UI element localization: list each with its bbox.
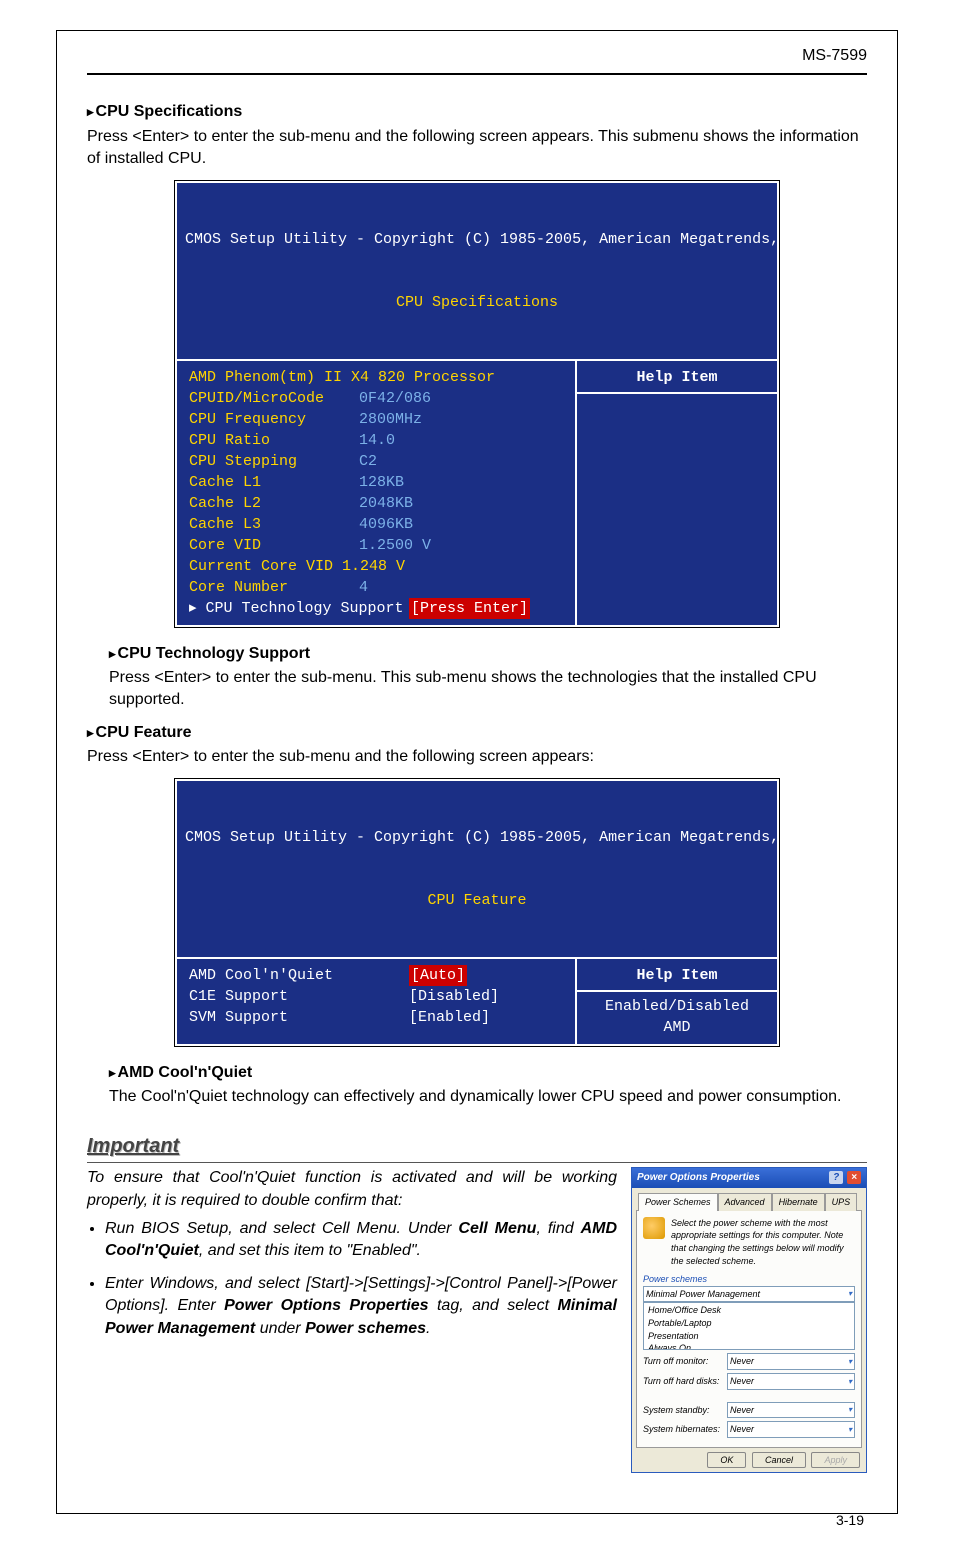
- bios1-row7-k: Cache L3: [189, 514, 359, 535]
- scheme-opt-3[interactable]: Always On: [646, 1342, 852, 1350]
- power-options-dialog: Power Options Properties ? × Power Schem…: [631, 1167, 867, 1473]
- win-title: Power Options Properties: [637, 1171, 760, 1185]
- bios1-submenu-k: ▸ CPU Technology Support: [189, 598, 409, 619]
- power-schemes-label: Power schemes: [643, 1273, 855, 1286]
- bios1-help: Help Item: [587, 367, 767, 388]
- cpu-feature-desc: Press <Enter> to enter the sub-menu and …: [87, 746, 867, 768]
- tab-ups[interactable]: UPS: [825, 1193, 858, 1211]
- important-heading: Important: [87, 1132, 867, 1160]
- bios1-row6-v: 2048KB: [359, 493, 413, 514]
- close-icon[interactable]: ×: [847, 1171, 861, 1184]
- bios1-row3-v: 14.0: [359, 430, 395, 451]
- bios2-row2-k: SVM Support: [189, 1007, 409, 1028]
- bios1-title-line2: CPU Specifications: [185, 292, 769, 313]
- help-icon[interactable]: ?: [829, 1171, 843, 1184]
- bios1-title-line1: CMOS Setup Utility - Copyright (C) 1985-…: [185, 229, 769, 250]
- scheme-opt-2[interactable]: Presentation: [646, 1330, 852, 1343]
- bios1-row4-k: CPU Stepping: [189, 451, 359, 472]
- bios1-left-pane: AMD Phenom(tm) II X4 820 Processor CPUID…: [177, 361, 577, 625]
- field-standby-label: System standby:: [643, 1404, 721, 1417]
- bios1-row2-k: CPU Frequency: [189, 409, 359, 430]
- bios2-right-pane: Help Item Enabled/Disabled AMD: [577, 959, 777, 1044]
- bios2-row1-k: C1E Support: [189, 986, 409, 1007]
- bios1-row9: Current Core VID 1.248 V: [189, 556, 405, 577]
- cpu-tech-desc: Press <Enter> to enter the sub-menu. Thi…: [109, 667, 867, 712]
- model-number: MS-7599: [87, 45, 867, 75]
- important-bullet-2: Enter Windows, and select [Start]->[Sett…: [105, 1273, 617, 1340]
- power-scheme-list[interactable]: Home/Office Desk Portable/Laptop Present…: [643, 1302, 855, 1350]
- field-hdd-label: Turn off hard disks:: [643, 1375, 721, 1388]
- bios2-row1-v: [Disabled]: [409, 986, 499, 1007]
- power-scheme-select[interactable]: Minimal Power Management▾: [643, 1286, 855, 1303]
- bios1-submenu-v: [Press Enter]: [409, 598, 530, 619]
- field-standby-select[interactable]: Never▾: [727, 1402, 855, 1419]
- field-hdd-select[interactable]: Never▾: [727, 1373, 855, 1390]
- bios1-row10-k: Core Number: [189, 577, 359, 598]
- field-hibernate-label: System hibernates:: [643, 1423, 721, 1436]
- bios2-row2-v: [Enabled]: [409, 1007, 490, 1028]
- bios1-row5-k: Cache L1: [189, 472, 359, 493]
- apply-button[interactable]: Apply: [811, 1452, 860, 1468]
- tab-power-schemes[interactable]: Power Schemes: [638, 1193, 718, 1211]
- bios2-row0-v: [Auto]: [409, 965, 467, 986]
- bios-screenshot-cpu-feature: CMOS Setup Utility - Copyright (C) 1985-…: [175, 779, 779, 1046]
- chevron-down-icon: ▾: [848, 1288, 852, 1301]
- bios2-left-pane: AMD Cool'n'Quiet[Auto] C1E Support[Disab…: [177, 959, 577, 1044]
- bios1-row10-v: 4: [359, 577, 368, 598]
- field-hibernate-select[interactable]: Never▾: [727, 1421, 855, 1438]
- bios1-row1-v: 0F42/086: [359, 388, 431, 409]
- bios1-row8-v: 1.2500 V: [359, 535, 431, 556]
- bios1-row8-k: Core VID: [189, 535, 359, 556]
- field-monitor-select[interactable]: Never▾: [727, 1353, 855, 1370]
- bios2-title-line1: CMOS Setup Utility - Copyright (C) 1985-…: [185, 827, 769, 848]
- scheme-opt-1[interactable]: Portable/Laptop: [646, 1317, 852, 1330]
- bios1-right-pane: Help Item: [577, 361, 777, 625]
- scheme-opt-0[interactable]: Home/Office Desk: [646, 1304, 852, 1317]
- battery-icon: [643, 1217, 665, 1239]
- ok-button[interactable]: OK: [707, 1452, 746, 1468]
- bios1-row0: AMD Phenom(tm) II X4 820 Processor: [189, 367, 495, 388]
- field-monitor-label: Turn off monitor:: [643, 1355, 721, 1368]
- important-intro: To ensure that Cool'n'Quiet function is …: [87, 1167, 617, 1212]
- bios1-row5-v: 128KB: [359, 472, 404, 493]
- section-cpu-technology-support: CPU Technology Support: [109, 643, 867, 665]
- section-cpu-feature: CPU Feature: [87, 722, 867, 744]
- bios1-row6-k: Cache L2: [189, 493, 359, 514]
- tab-hibernate[interactable]: Hibernate: [772, 1193, 825, 1211]
- bios-screenshot-cpu-specs: CMOS Setup Utility - Copyright (C) 1985-…: [175, 181, 779, 627]
- tab-advanced[interactable]: Advanced: [718, 1193, 772, 1211]
- important-bullet-1: Run BIOS Setup, and select Cell Menu. Un…: [105, 1218, 617, 1263]
- page-number: 3-19: [836, 1511, 864, 1531]
- bios2-row0-k: AMD Cool'n'Quiet: [189, 965, 409, 986]
- cancel-button[interactable]: Cancel: [752, 1452, 806, 1468]
- cpu-specs-desc: Press <Enter> to enter the sub-menu and …: [87, 126, 867, 171]
- bios2-help: Help Item: [587, 965, 767, 986]
- bios1-row3-k: CPU Ratio: [189, 430, 359, 451]
- section-cpu-specifications: CPU Specifications: [87, 101, 867, 123]
- win-info-text: Select the power scheme with the most ap…: [671, 1217, 855, 1267]
- bios1-row7-v: 4096KB: [359, 514, 413, 535]
- bios1-row2-v: 2800MHz: [359, 409, 422, 430]
- bios1-row4-v: C2: [359, 451, 377, 472]
- amd-cnq-desc: The Cool'n'Quiet technology can effectiv…: [109, 1086, 867, 1108]
- bios1-row1-k: CPUID/MicroCode: [189, 388, 359, 409]
- bios2-title-line2: CPU Feature: [185, 890, 769, 911]
- section-amd-coolnquiet: AMD Cool'n'Quiet: [109, 1062, 867, 1084]
- bios2-help2: Enabled/Disabled AMD: [587, 996, 767, 1038]
